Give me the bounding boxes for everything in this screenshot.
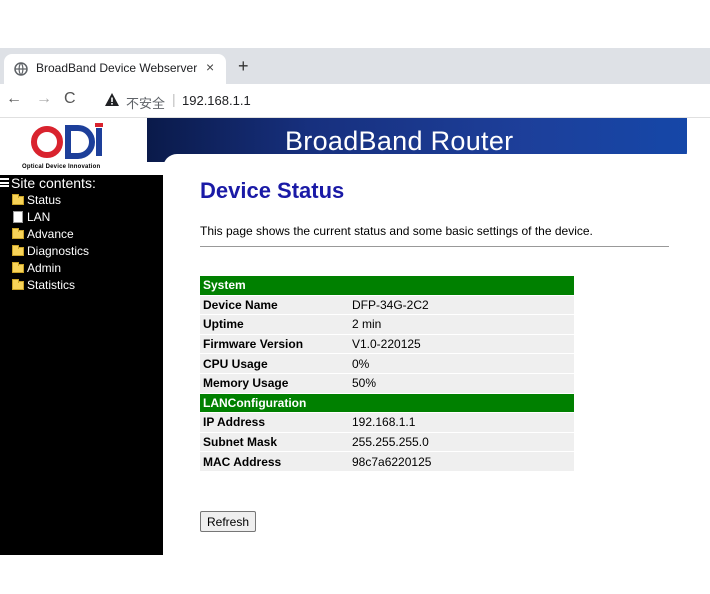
globe-icon — [14, 62, 28, 76]
section-header-system: System — [200, 276, 574, 295]
row-value: V1.0-220125 — [349, 334, 574, 354]
sidebar-item-label: Admin — [27, 261, 62, 275]
forward-button[interactable]: → — [36, 90, 52, 108]
address-bar[interactable]: 192.168.1.1 — [182, 93, 251, 108]
sidebar-item-label: Diagnostics — [27, 244, 90, 258]
close-tab-icon[interactable]: × — [206, 59, 214, 75]
sidebar-item-label: LAN — [27, 210, 51, 224]
table-row: Firmware Version V1.0-220125 — [200, 334, 574, 354]
table-row: CPU Usage 0% — [200, 354, 574, 373]
divider — [200, 246, 669, 247]
sidebar-heading: Site contents: — [0, 175, 96, 191]
tab-title: BroadBand Device Webserver — [36, 61, 198, 75]
sidebar: Site contents: Status LAN Advance Diagno… — [0, 175, 163, 555]
browser-tab[interactable]: BroadBand Device Webserver × — [4, 54, 226, 84]
table-row: MAC Address 98c7a6220125 — [200, 452, 574, 471]
section-header-lan: LANConfiguration — [200, 393, 574, 413]
row-key: Device Name — [200, 295, 349, 315]
folder-icon — [12, 194, 24, 205]
row-key: Memory Usage — [200, 373, 349, 393]
row-key: IP Address — [200, 413, 349, 432]
sidebar-item-statistics[interactable]: Statistics — [12, 278, 75, 292]
sidebar-item-lan[interactable]: LAN — [12, 210, 50, 224]
row-value: DFP-34G-2C2 — [349, 295, 574, 315]
logo-subtitle: Optical Device Innovation — [22, 164, 101, 170]
sidebar-heading-label: Site contents: — [11, 175, 96, 191]
refresh-button[interactable]: Refresh — [200, 511, 257, 532]
back-button[interactable]: ← — [6, 90, 22, 108]
folder-icon — [12, 245, 24, 256]
row-value: 50% — [349, 373, 574, 393]
table-row: Uptime 2 min — [200, 315, 574, 334]
row-key: Subnet Mask — [200, 432, 349, 452]
table-row: IP Address 192.168.1.1 — [200, 413, 574, 432]
row-value: 0% — [349, 354, 574, 373]
page-description: This page shows the current status and s… — [200, 224, 593, 238]
row-key: Firmware Version — [200, 334, 349, 354]
section-heading: LANConfiguration — [200, 393, 574, 413]
folder-icon — [12, 262, 24, 273]
browser-tab-bar: BroadBand Device Webserver × + — [0, 48, 710, 84]
section-heading: System — [200, 276, 574, 295]
sidebar-item-diagnostics[interactable]: Diagnostics — [12, 244, 89, 258]
main-content: Device Status This page shows the curren… — [163, 175, 710, 555]
status-table: System Device Name DFP-34G-2C2 Uptime 2 … — [200, 275, 574, 472]
folder-icon — [12, 279, 24, 290]
banner-title: BroadBand Router — [285, 126, 514, 156]
table-row: Subnet Mask 255.255.255.0 — [200, 432, 574, 452]
row-key: MAC Address — [200, 452, 349, 471]
sidebar-item-advance[interactable]: Advance — [12, 227, 74, 241]
sidebar-item-label: Advance — [27, 227, 74, 241]
list-icon — [0, 178, 9, 187]
sidebar-item-label: Status — [27, 193, 62, 207]
odi-logo-icon — [31, 123, 103, 159]
screen: BroadBand Device Webserver × + ← → C 不安全… — [0, 0, 710, 594]
sidebar-item-status[interactable]: Status — [12, 193, 61, 207]
row-key: Uptime — [200, 315, 349, 334]
table-row: Memory Usage 50% — [200, 373, 574, 393]
reload-button[interactable]: C — [64, 90, 76, 108]
sidebar-item-label: Statistics — [27, 278, 76, 292]
row-value: 98c7a6220125 — [349, 452, 574, 471]
new-tab-button[interactable]: + — [238, 57, 249, 75]
folder-icon — [12, 228, 24, 239]
url-separator: | — [172, 91, 176, 107]
browser-toolbar: ← → C 不安全 | 192.168.1.1 — [0, 84, 710, 118]
table-row: Device Name DFP-34G-2C2 — [200, 295, 574, 315]
row-value: 192.168.1.1 — [349, 413, 574, 432]
row-value: 2 min — [349, 315, 574, 334]
security-label[interactable]: 不安全 — [126, 93, 165, 112]
logo: Optical Device Innovation — [0, 118, 147, 175]
document-icon — [13, 211, 23, 223]
page-title: Device Status — [200, 178, 345, 203]
sidebar-item-admin[interactable]: Admin — [12, 261, 61, 275]
row-key: CPU Usage — [200, 354, 349, 373]
row-value: 255.255.255.0 — [349, 432, 574, 452]
warning-icon[interactable] — [104, 92, 120, 108]
